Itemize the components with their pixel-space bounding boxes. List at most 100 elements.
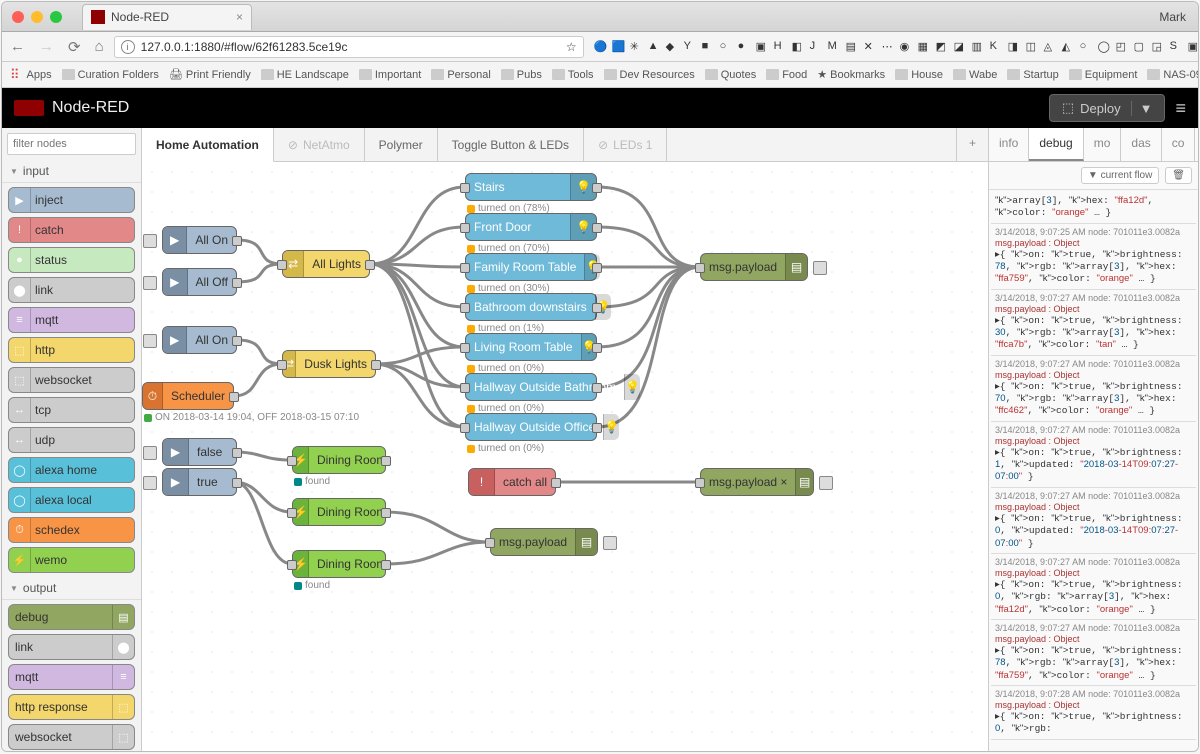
extension-icons[interactable]: 🔵🟦✳▲◆Y■○●▣H◧JM▤✕⋯◉▦◩◪▥K◨◫◬◭○◯◰▢◲S▣◴m◶⋮ — [594, 40, 1199, 54]
debug-toggle[interactable] — [603, 536, 617, 550]
deploy-button[interactable]: ⬚ Deploy ▼ — [1049, 94, 1166, 122]
profile-name[interactable]: Mark — [1159, 10, 1186, 24]
window-controls[interactable] — [12, 11, 62, 23]
bookmark[interactable]: Important — [356, 67, 424, 83]
filter-button[interactable]: ▼ current flow — [1081, 167, 1159, 184]
inject-true[interactable]: ▶true — [162, 468, 237, 496]
debug-message[interactable]: 3/14/2018, 9:07:27 AM node: 701011e3.008… — [991, 620, 1196, 686]
palette-category-input[interactable]: input — [2, 160, 141, 183]
bookmark[interactable]: Equipment — [1066, 67, 1141, 83]
tab-debug[interactable]: debug — [1029, 128, 1083, 161]
inject-button[interactable] — [143, 234, 157, 248]
forward-icon[interactable]: → — [39, 38, 54, 56]
bookmark[interactable]: Tools — [549, 67, 597, 83]
star-icon[interactable]: ☆ — [566, 40, 577, 54]
tab-toggle[interactable]: Toggle Button & LEDs — [438, 128, 584, 161]
menu-icon[interactable]: ≡ — [1175, 98, 1186, 119]
tab-polymer[interactable]: Polymer — [365, 128, 438, 161]
inject-false[interactable]: ▶false — [162, 438, 237, 466]
palette-inject[interactable]: ▶inject — [8, 187, 135, 213]
light-node[interactable]: Stairs💡 — [465, 173, 597, 201]
tab-info[interactable]: info — [989, 128, 1029, 161]
debug-payload-2[interactable]: msg.payload ×▤ — [700, 468, 814, 496]
tab-co[interactable]: co — [1162, 128, 1196, 161]
bookmark[interactable]: HE Landscape — [258, 67, 352, 83]
inject-button[interactable] — [143, 276, 157, 290]
debug-message[interactable]: 3/14/2018, 9:07:27 AM node: 701011e3.008… — [991, 290, 1196, 356]
light-node[interactable]: Bathroom downstairs💡 — [465, 293, 597, 321]
all-lights-node[interactable]: ⇄All Lights — [282, 250, 370, 278]
bookmark[interactable]: Dev Resources — [601, 67, 698, 83]
bookmark[interactable]: Food — [763, 67, 810, 83]
close-tab-icon[interactable]: × — [236, 10, 243, 24]
light-node[interactable]: Hallway Outside Office💡 — [465, 413, 597, 441]
palette-websocket[interactable]: ⬚websocket — [8, 367, 135, 393]
browser-tab[interactable]: Node-RED × — [82, 4, 252, 30]
palette-alexa-home[interactable]: ◯alexa home — [8, 457, 135, 483]
dining-room-2[interactable]: ⚡Dining Room — [292, 498, 386, 526]
bookmark[interactable]: Wabe — [950, 67, 1000, 83]
debug-message[interactable]: 3/14/2018, 9:07:27 AM node: 701011e3.008… — [991, 422, 1196, 488]
inject-all-off[interactable]: ▶All Off — [162, 268, 237, 296]
dusk-lights-node[interactable]: ⇄Dusk Lights — [282, 350, 376, 378]
debug-message[interactable]: 3/14/2018, 9:07:27 AM node: 701011e3.008… — [991, 356, 1196, 422]
bookmark[interactable]: Personal — [428, 67, 493, 83]
inject-all-on-2[interactable]: ▶All On — [162, 326, 237, 354]
palette-debug[interactable]: debug▤ — [8, 604, 135, 630]
debug-message[interactable]: 3/14/2018, 9:07:27 AM node: 701011e3.008… — [991, 554, 1196, 620]
bookmark[interactable]: Pubs — [498, 67, 545, 83]
palette-schedex[interactable]: ⏱schedex — [8, 517, 135, 543]
inject-all-on[interactable]: ▶All On — [162, 226, 237, 254]
palette-http-response[interactable]: http response⬚ — [8, 694, 135, 720]
tab-home-automation[interactable]: Home Automation — [142, 128, 274, 162]
apps-icon[interactable]: ⠿ — [10, 67, 20, 83]
light-node[interactable]: Living Room Table💡 — [465, 333, 597, 361]
inject-button[interactable] — [143, 476, 157, 490]
palette-link[interactable]: ⬤link — [8, 277, 135, 303]
clear-button[interactable]: 🗑 — [1165, 167, 1192, 184]
debug-message[interactable]: 3/14/2018, 9:07:28 AM node: 701011e3.008… — [991, 686, 1196, 740]
debug-message[interactable]: 3/14/2018, 9:07:27 AM node: 701011e3.008… — [991, 488, 1196, 554]
bookmark[interactable]: Curation Folders — [59, 67, 162, 83]
palette-category-output[interactable]: output — [2, 577, 141, 600]
scheduler-node[interactable]: ⏱Scheduler — [142, 382, 234, 410]
reload-icon[interactable]: ⟳ — [68, 38, 81, 56]
inject-button[interactable] — [143, 334, 157, 348]
add-tab-button[interactable]: + — [956, 128, 988, 161]
light-node[interactable]: Family Room Table💡 — [465, 253, 597, 281]
bookmark[interactable]: 🖨Print Friendly — [166, 66, 254, 83]
tab-mo[interactable]: mo — [1084, 128, 1122, 161]
inject-button[interactable] — [143, 446, 157, 460]
dining-room-1[interactable]: ⚡Dining Room — [292, 446, 386, 474]
palette-mqtt[interactable]: ≡mqtt — [8, 307, 135, 333]
home-icon[interactable]: ⌂ — [95, 38, 104, 56]
site-info-icon[interactable]: i — [121, 40, 135, 54]
palette-tcp[interactable]: ↔tcp — [8, 397, 135, 423]
bookmark[interactable]: Startup — [1004, 67, 1061, 83]
catch-all-node[interactable]: !catch all — [468, 468, 556, 496]
palette-wemo[interactable]: ⚡wemo — [8, 547, 135, 573]
debug-log[interactable]: "k">array[3], "k">hex: "ffa12d", "k">col… — [989, 190, 1198, 751]
bookmark[interactable]: Quotes — [702, 67, 759, 83]
palette-mqtt[interactable]: mqtt≡ — [8, 664, 135, 690]
dining-room-3[interactable]: ⚡Dining Room — [292, 550, 386, 578]
bookmark[interactable]: House — [892, 67, 946, 83]
palette-status[interactable]: ●status — [8, 247, 135, 273]
tab-das[interactable]: das — [1121, 128, 1161, 161]
debug-message[interactable]: "k">array[3], "k">hex: "ffa12d", "k">col… — [991, 192, 1196, 224]
tab-netatmo[interactable]: ⊘NetAtmo — [274, 128, 365, 161]
deploy-dropdown-icon[interactable]: ▼ — [1131, 101, 1153, 116]
bookmark[interactable]: NAS-09 — [1144, 67, 1198, 83]
tab-leds[interactable]: ⊘LEDs 1 — [584, 128, 667, 161]
palette-websocket[interactable]: websocket⬚ — [8, 724, 135, 750]
debug-message[interactable]: 3/14/2018, 9:07:25 AM node: 701011e3.008… — [991, 224, 1196, 290]
palette-link[interactable]: link⬤ — [8, 634, 135, 660]
bookmark[interactable]: ★Bookmarks — [814, 66, 888, 83]
light-node[interactable]: Front Door💡 — [465, 213, 597, 241]
debug-toggle[interactable] — [819, 476, 833, 490]
light-node[interactable]: Hallway Outside Bathroom💡 — [465, 373, 597, 401]
filter-input[interactable] — [7, 133, 136, 155]
debug-payload-3[interactable]: msg.payload▤ — [490, 528, 598, 556]
palette-alexa-local[interactable]: ◯alexa local — [8, 487, 135, 513]
flow-canvas[interactable]: ▶All On ▶All Off ▶All On ▶false ▶true ⇄A… — [142, 162, 988, 751]
